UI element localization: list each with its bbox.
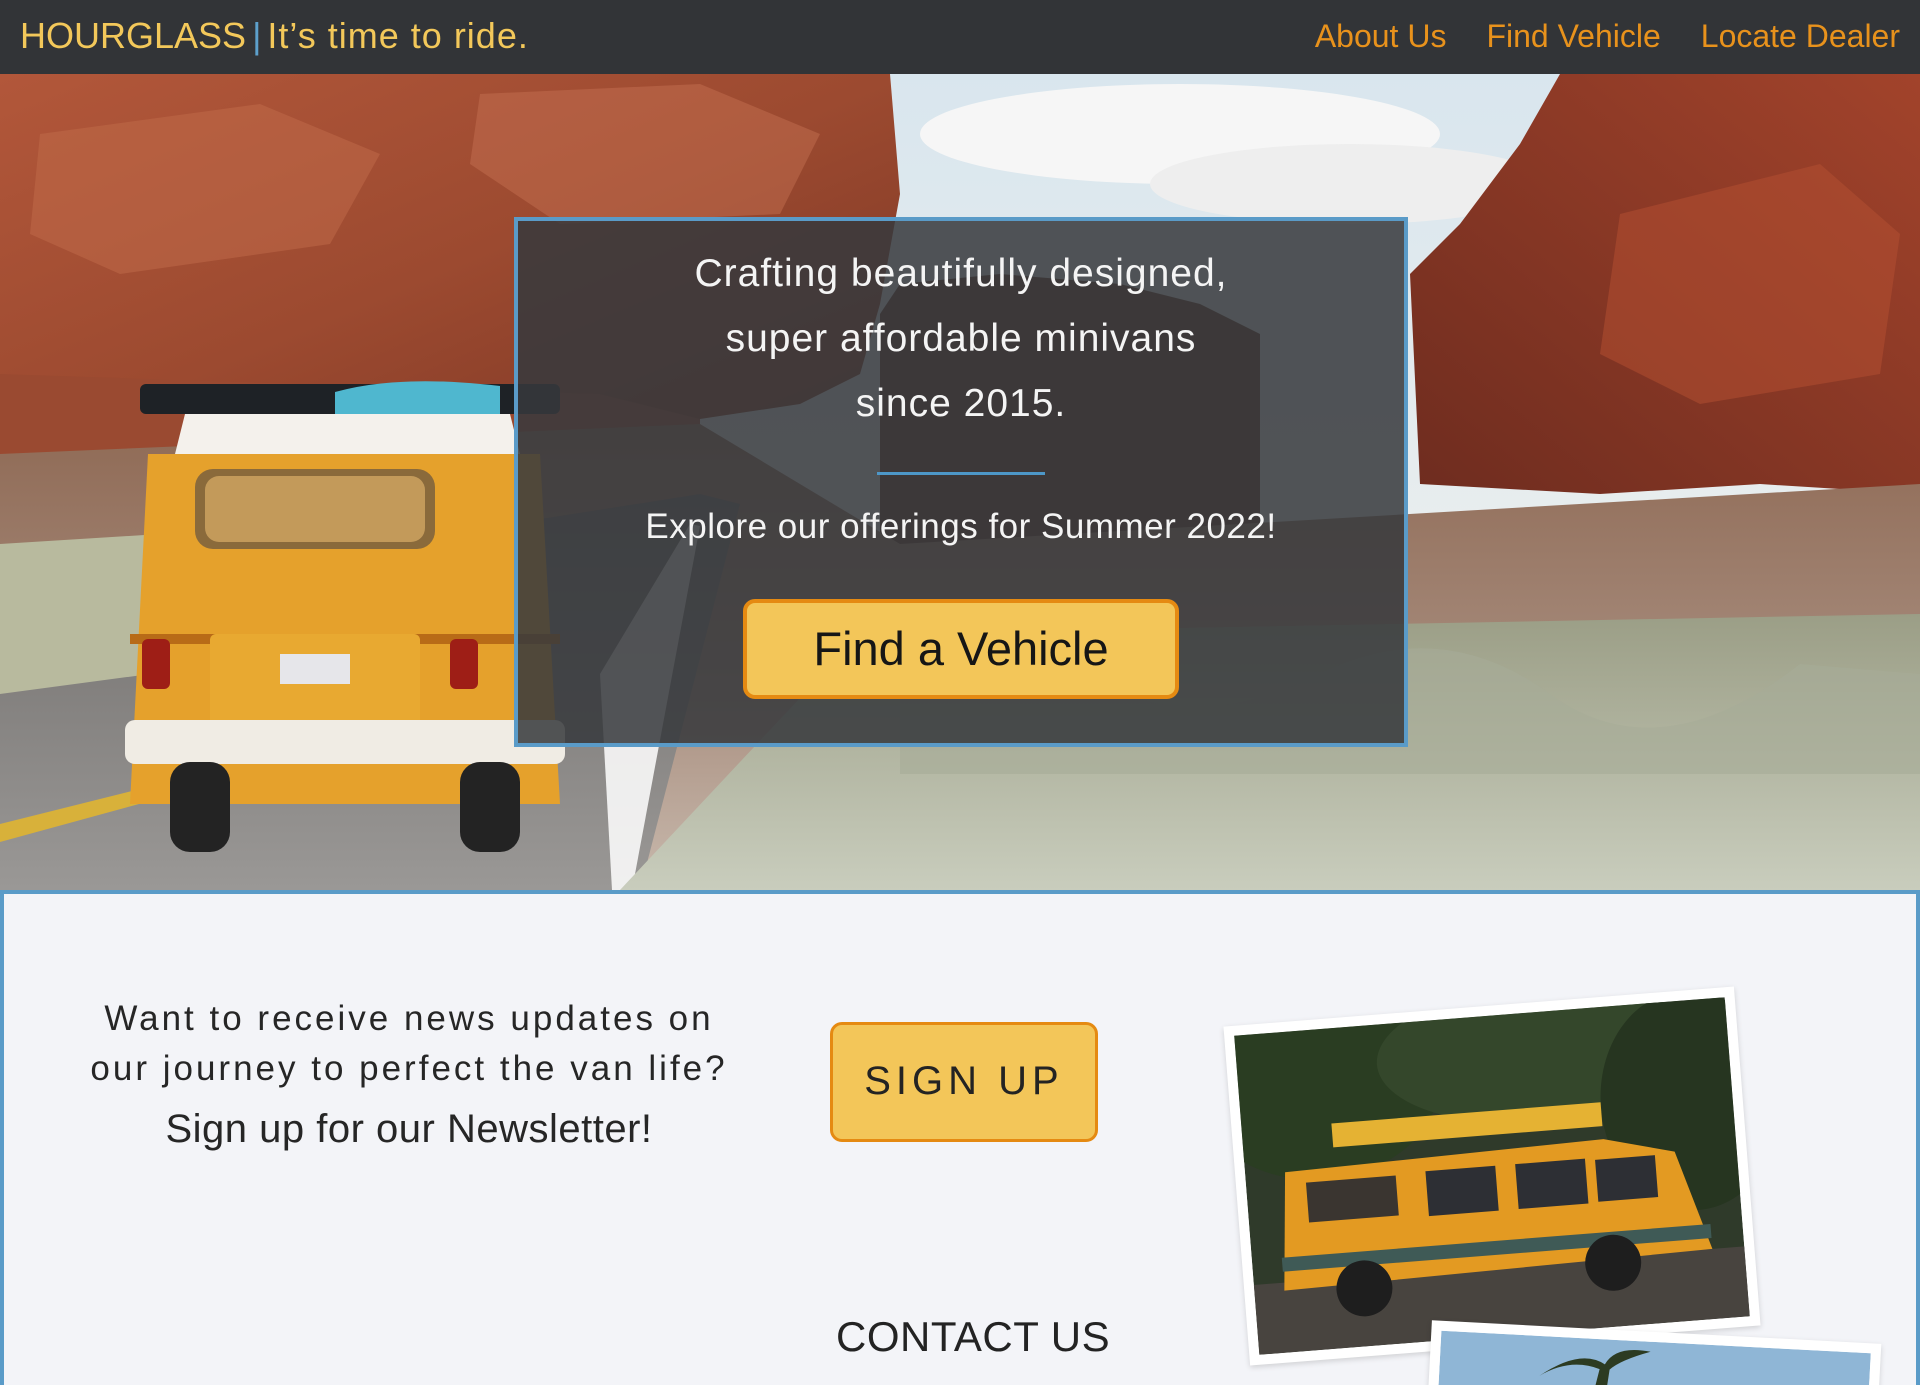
hero-heading-line-2: super affordable minivans xyxy=(725,317,1197,360)
find-a-vehicle-button[interactable]: Find a Vehicle xyxy=(743,599,1179,699)
hero-heading: Crafting beautifully designed, super aff… xyxy=(518,241,1404,436)
newsletter-question: Want to receive news updates on our jour… xyxy=(74,994,744,1094)
hero-section: Crafting beautifully designed, super aff… xyxy=(0,74,1920,890)
newsletter-question-line-1: Want to receive news updates on xyxy=(104,999,714,1038)
hero-heading-line-3: since 2015. xyxy=(855,382,1067,425)
brand-tagline: It’s time to ride. xyxy=(267,15,529,56)
van-illustration xyxy=(125,381,565,852)
nav-link-locate-dealer[interactable]: Locate Dealer xyxy=(1701,14,1900,58)
hero-overlay-panel: Crafting beautifully designed, super aff… xyxy=(514,217,1408,747)
brand[interactable]: HOURGLASS | It’s time to ride. xyxy=(20,14,529,58)
van-photo xyxy=(1198,981,1781,1355)
sign-up-button[interactable]: SIGN UP xyxy=(830,1022,1098,1142)
newsletter-question-line-2: our journey to perfect the van life? xyxy=(90,1049,728,1088)
hero-heading-line-1: Crafting beautifully designed, xyxy=(694,252,1228,295)
hero-divider xyxy=(877,472,1045,475)
brand-separator: | xyxy=(252,15,262,56)
newsletter-cta: Sign up for our Newsletter! xyxy=(165,1107,653,1151)
contact-us-heading: CONTACT US xyxy=(836,1313,1111,1360)
van-photo-card xyxy=(1198,981,1781,1366)
nav-link-about-us[interactable]: About Us xyxy=(1315,14,1447,58)
top-navbar: HOURGLASS | It’s time to ride. About Us Fi… xyxy=(0,0,1920,74)
brand-name: HOURGLASS xyxy=(20,15,247,56)
newsletter-section: Want to receive news updates on our jour… xyxy=(0,890,1920,1385)
hero-subheading: Explore our offerings for Summer 2022! xyxy=(645,507,1277,546)
palm-photo xyxy=(1437,1330,1871,1385)
nav-link-find-vehicle[interactable]: Find Vehicle xyxy=(1486,14,1660,58)
newsletter-text: Want to receive news updates on our jour… xyxy=(74,994,744,1160)
nav-links: About Us Find Vehicle Locate Dealer xyxy=(1315,14,1900,58)
